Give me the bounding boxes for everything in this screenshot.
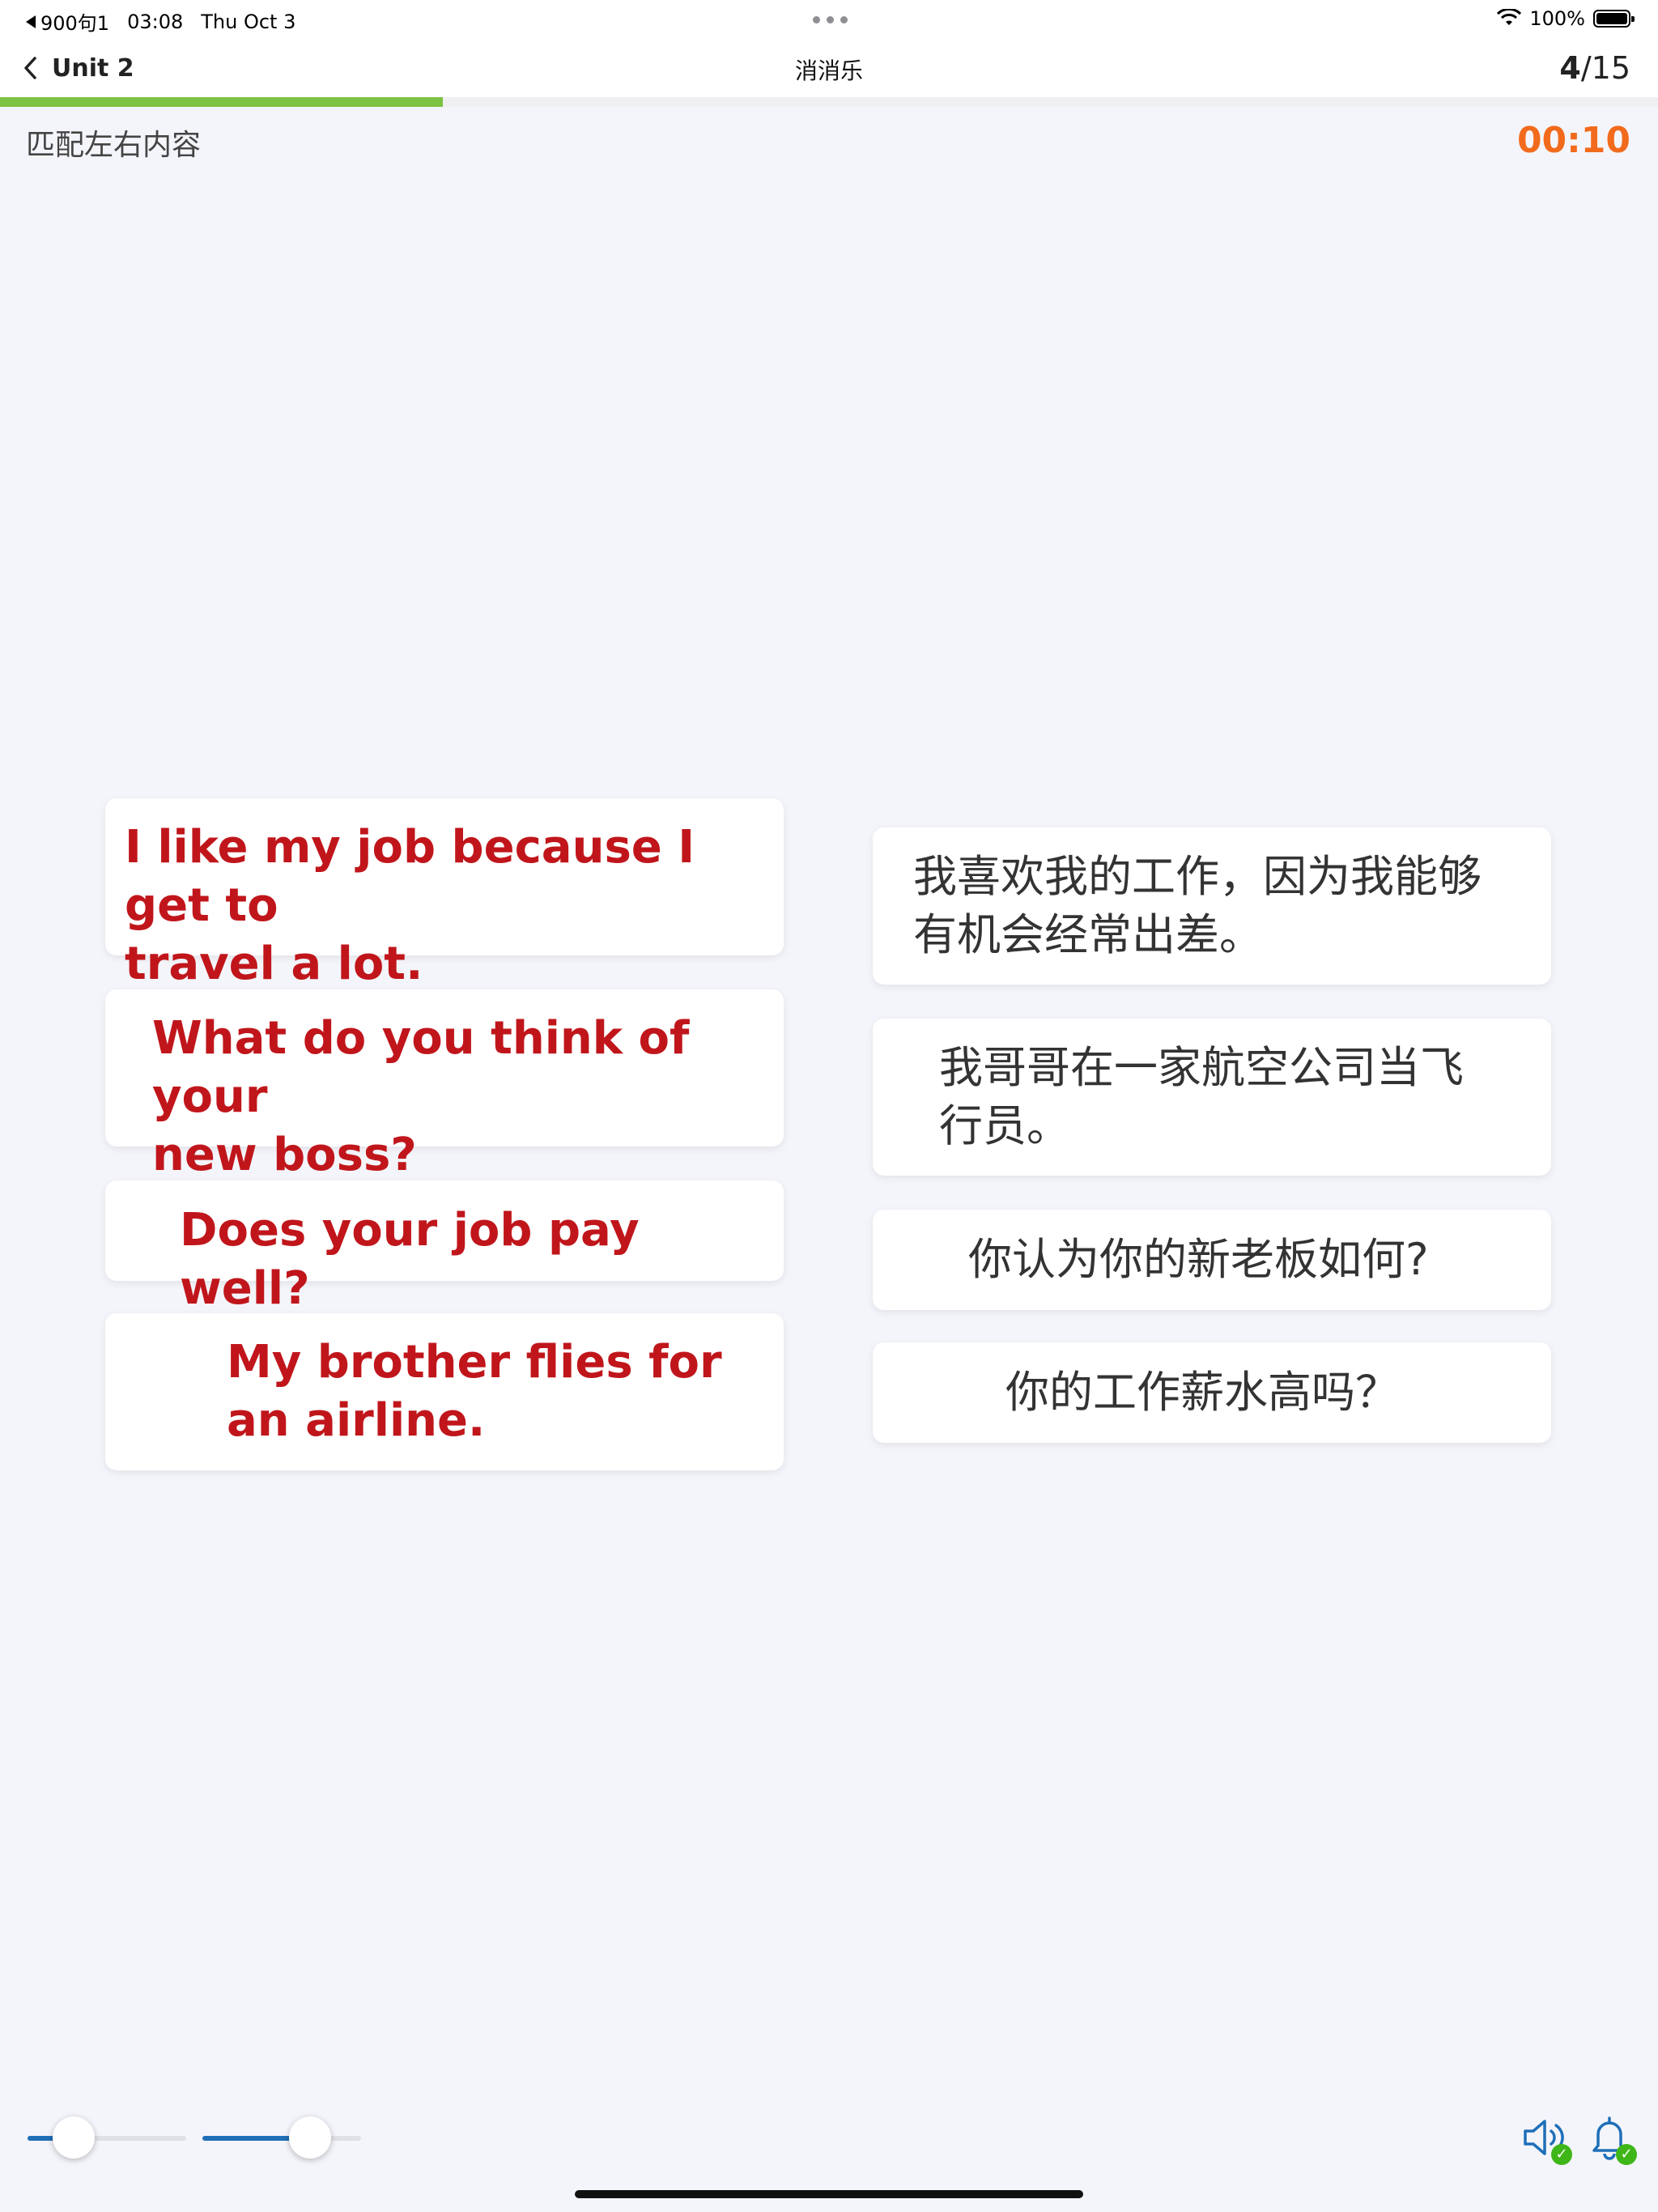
nav-bar: Unit 2 消消乐 4/15 [0, 39, 1658, 97]
match-card-zh-2[interactable]: 我哥哥在一家航空公司当飞 行员。 [873, 1019, 1551, 1176]
speed-slider[interactable] [28, 2116, 186, 2159]
speaker-check-icon: ✓ [1551, 2144, 1572, 2165]
battery-icon [1593, 10, 1635, 28]
wifi-icon [1497, 9, 1522, 25]
battery-percent: 100% [1529, 7, 1585, 30]
match-card-en-4[interactable]: My brother flies for an airline. [105, 1313, 784, 1470]
card-en-2-line1: What do you think of your [152, 1012, 690, 1123]
speaker-button[interactable]: ✓ [1520, 2113, 1572, 2165]
match-card-zh-1[interactable]: 我喜欢我的工作，因为我能够 有机会经常出差。 [873, 827, 1551, 985]
status-bar: 900句1 03:08 Thu Oct 3 100% [0, 0, 1658, 39]
status-left: 900句1 03:08 Thu Oct 3 [26, 7, 295, 36]
multitasking-dots-icon[interactable] [813, 16, 848, 23]
status-date: Thu Oct 3 [201, 10, 296, 33]
countdown-timer: 00:10 [1516, 120, 1630, 161]
card-en-4-line1: My brother flies for [227, 1336, 722, 1389]
match-card-en-1[interactable]: I like my job because I get to travel a … [105, 798, 784, 990]
card-zh-1-line1: 我喜欢我的工作，因为我能够 [913, 851, 1482, 902]
status-time: 03:08 [127, 10, 184, 33]
volume-slider[interactable] [202, 2116, 361, 2159]
bell-button[interactable]: ✓ [1585, 2113, 1637, 2165]
card-zh-2-line1: 我哥哥在一家航空公司当飞 [939, 1042, 1464, 1093]
progress-bar [0, 97, 1658, 107]
bell-check-icon: ✓ [1616, 2144, 1637, 2165]
question-counter: 4/15 [1559, 50, 1630, 86]
card-zh-3-line1: 你认为你的新老板如何? [968, 1234, 1429, 1285]
counter-current: 4 [1559, 50, 1581, 86]
status-carrier: 900句1 [40, 12, 110, 35]
match-card-zh-4[interactable]: 你的工作薪水高吗？ [873, 1342, 1551, 1443]
progress-fill [0, 97, 443, 107]
counter-total: /15 [1580, 50, 1630, 86]
instruction-text: 匹配左右内容 [26, 129, 202, 162]
card-en-1-line1: I like my job because I get to [125, 821, 695, 932]
card-en-1-line2: travel a lot. [125, 938, 423, 990]
card-zh-2-line2: 行员。 [939, 1100, 1070, 1151]
home-indicator[interactable] [575, 2190, 1083, 2198]
card-zh-1-line2: 有机会经常出差。 [913, 909, 1263, 960]
speed-slider-knob[interactable] [52, 2116, 95, 2159]
match-card-zh-3[interactable]: 你认为你的新老板如何? [873, 1210, 1551, 1310]
back-to-app-icon[interactable] [26, 15, 36, 28]
card-zh-4-line1: 你的工作薪水高吗？ [1005, 1367, 1399, 1418]
status-right: 100% [1497, 7, 1635, 30]
card-en-4-line2: an airline. [227, 1394, 486, 1447]
card-en-3-line1: Does your job pay well? [180, 1204, 640, 1315]
card-en-2-line2: new boss? [152, 1129, 417, 1181]
match-card-en-2[interactable]: What do you think of your new boss? [105, 989, 784, 1181]
page-title: 消消乐 [794, 57, 863, 84]
match-card-en-3[interactable]: Does your job pay well? [105, 1180, 784, 1315]
volume-slider-knob[interactable] [289, 2116, 332, 2159]
